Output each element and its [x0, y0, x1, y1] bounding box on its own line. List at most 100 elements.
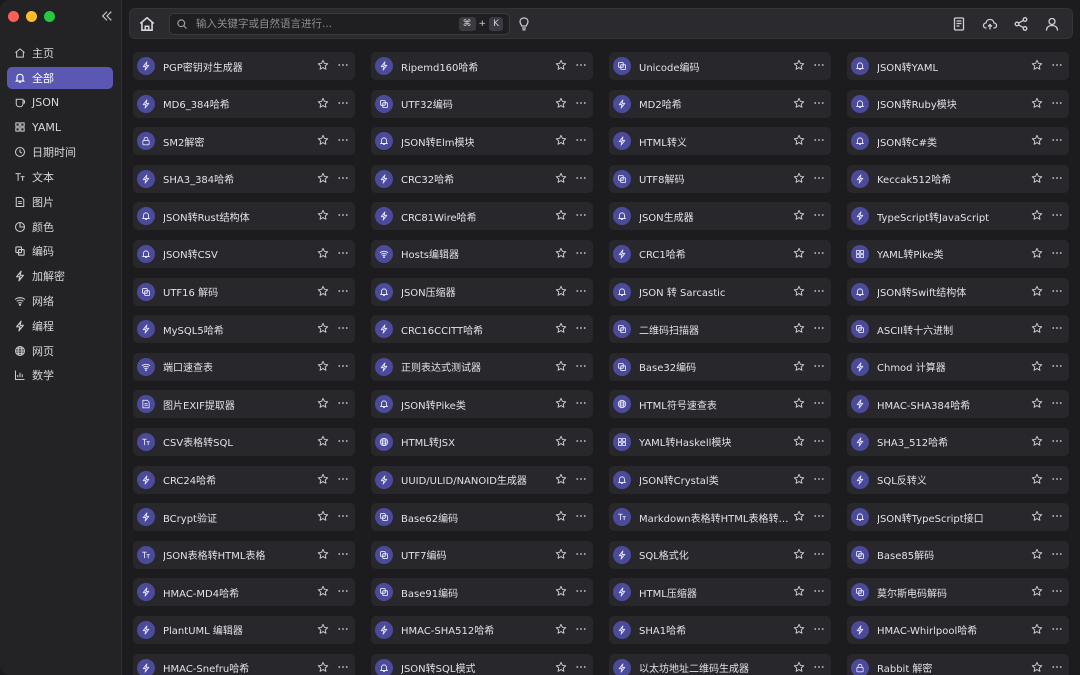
more-icon[interactable]: [813, 661, 825, 673]
star-icon[interactable]: [1031, 134, 1043, 146]
more-icon[interactable]: [337, 172, 349, 184]
star-icon[interactable]: [555, 134, 567, 146]
cloud-upload-icon[interactable]: [982, 16, 998, 32]
more-icon[interactable]: [337, 585, 349, 597]
more-icon[interactable]: [337, 473, 349, 485]
star-icon[interactable]: [793, 585, 805, 597]
sidebar-item-0[interactable]: 主页: [7, 42, 113, 64]
more-icon[interactable]: [1051, 623, 1063, 635]
more-icon[interactable]: [813, 247, 825, 259]
tool-card[interactable]: SHA1哈希: [609, 615, 831, 644]
tool-card[interactable]: HTML转义: [609, 127, 831, 156]
more-icon[interactable]: [1051, 97, 1063, 109]
tool-card[interactable]: MD6_384哈希: [133, 89, 355, 118]
more-icon[interactable]: [337, 623, 349, 635]
more-icon[interactable]: [337, 59, 349, 71]
tool-card[interactable]: SQL反转义: [847, 465, 1069, 494]
more-icon[interactable]: [337, 360, 349, 372]
star-icon[interactable]: [1031, 97, 1043, 109]
star-icon[interactable]: [317, 661, 329, 673]
more-icon[interactable]: [813, 510, 825, 522]
star-icon[interactable]: [555, 548, 567, 560]
tool-card[interactable]: JSON转TypeScript接口: [847, 503, 1069, 532]
star-icon[interactable]: [1031, 548, 1043, 560]
more-icon[interactable]: [575, 322, 587, 334]
tool-card[interactable]: CRC32哈希: [371, 164, 593, 193]
tool-card[interactable]: SQL格式化: [609, 540, 831, 569]
star-icon[interactable]: [793, 397, 805, 409]
more-icon[interactable]: [813, 473, 825, 485]
star-icon[interactable]: [793, 661, 805, 673]
more-icon[interactable]: [1051, 397, 1063, 409]
more-icon[interactable]: [1051, 661, 1063, 673]
tool-card[interactable]: Rabbit 解密: [847, 653, 1069, 675]
star-icon[interactable]: [1031, 360, 1043, 372]
star-icon[interactable]: [317, 97, 329, 109]
tool-card[interactable]: Base32编码: [609, 352, 831, 381]
tool-card[interactable]: Base85解码: [847, 540, 1069, 569]
star-icon[interactable]: [1031, 247, 1043, 259]
tool-card[interactable]: JSON表格转HTML表格: [133, 540, 355, 569]
tool-card[interactable]: HMAC-Snefru哈希: [133, 653, 355, 675]
star-icon[interactable]: [793, 247, 805, 259]
collapse-sidebar-icon[interactable]: [100, 9, 114, 23]
star-icon[interactable]: [793, 209, 805, 221]
more-icon[interactable]: [575, 585, 587, 597]
more-icon[interactable]: [337, 97, 349, 109]
star-icon[interactable]: [793, 623, 805, 635]
more-icon[interactable]: [1051, 285, 1063, 297]
sidebar-item-1[interactable]: 全部: [7, 66, 113, 89]
more-icon[interactable]: [813, 172, 825, 184]
more-icon[interactable]: [1051, 360, 1063, 372]
star-icon[interactable]: [555, 510, 567, 522]
more-icon[interactable]: [813, 360, 825, 372]
tool-card[interactable]: Chmod 计算器: [847, 352, 1069, 381]
tool-card[interactable]: CRC81Wire哈希: [371, 202, 593, 231]
tool-card[interactable]: JSON转CSV: [133, 239, 355, 268]
more-icon[interactable]: [813, 209, 825, 221]
tool-card[interactable]: Base91编码: [371, 578, 593, 607]
sidebar-item-4[interactable]: 日期时间: [7, 141, 113, 163]
more-icon[interactable]: [337, 510, 349, 522]
tool-card[interactable]: 二维码扫描器: [609, 315, 831, 344]
more-icon[interactable]: [1051, 473, 1063, 485]
sidebar-item-11[interactable]: 编程: [7, 315, 113, 337]
more-icon[interactable]: [1051, 59, 1063, 71]
star-icon[interactable]: [555, 247, 567, 259]
maximize-window-button[interactable]: [44, 11, 55, 22]
star-icon[interactable]: [317, 209, 329, 221]
tool-card[interactable]: 莫尔斯电码解码: [847, 578, 1069, 607]
tool-card[interactable]: BCrypt验证: [133, 503, 355, 532]
more-icon[interactable]: [1051, 435, 1063, 447]
tool-card[interactable]: JSON转Pike类: [371, 390, 593, 419]
more-icon[interactable]: [575, 134, 587, 146]
more-icon[interactable]: [1051, 134, 1063, 146]
more-icon[interactable]: [337, 322, 349, 334]
star-icon[interactable]: [1031, 172, 1043, 184]
star-icon[interactable]: [793, 510, 805, 522]
star-icon[interactable]: [793, 134, 805, 146]
tool-card[interactable]: JSON转SQL模式: [371, 653, 593, 675]
more-icon[interactable]: [813, 59, 825, 71]
star-icon[interactable]: [793, 285, 805, 297]
tool-card[interactable]: HTML压缩器: [609, 578, 831, 607]
more-icon[interactable]: [337, 548, 349, 560]
tool-card[interactable]: 正则表达式测试器: [371, 352, 593, 381]
more-icon[interactable]: [1051, 247, 1063, 259]
star-icon[interactable]: [793, 435, 805, 447]
star-icon[interactable]: [1031, 285, 1043, 297]
sidebar-item-13[interactable]: 数学: [7, 364, 113, 386]
more-icon[interactable]: [813, 435, 825, 447]
star-icon[interactable]: [1031, 209, 1043, 221]
tool-card[interactable]: MD2哈希: [609, 89, 831, 118]
tool-card[interactable]: JSON压缩器: [371, 277, 593, 306]
star-icon[interactable]: [793, 59, 805, 71]
star-icon[interactable]: [1031, 623, 1043, 635]
lightbulb-icon[interactable]: [516, 16, 532, 32]
tool-card[interactable]: JSON转Crystal类: [609, 465, 831, 494]
more-icon[interactable]: [575, 97, 587, 109]
more-icon[interactable]: [813, 585, 825, 597]
more-icon[interactable]: [1051, 510, 1063, 522]
more-icon[interactable]: [575, 285, 587, 297]
star-icon[interactable]: [317, 59, 329, 71]
